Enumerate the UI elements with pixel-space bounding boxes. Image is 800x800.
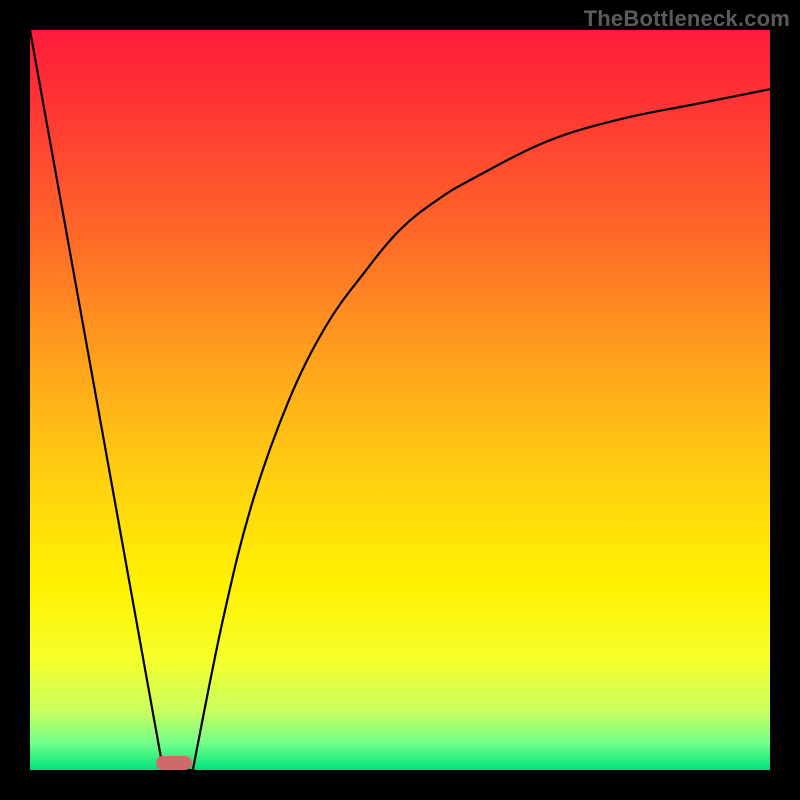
plot-area [30, 30, 770, 770]
watermark-text: TheBottleneck.com [584, 6, 790, 32]
chart-frame: TheBottleneck.com [0, 0, 800, 800]
bottleneck-marker [156, 756, 192, 770]
bottleneck-curve [30, 30, 770, 770]
